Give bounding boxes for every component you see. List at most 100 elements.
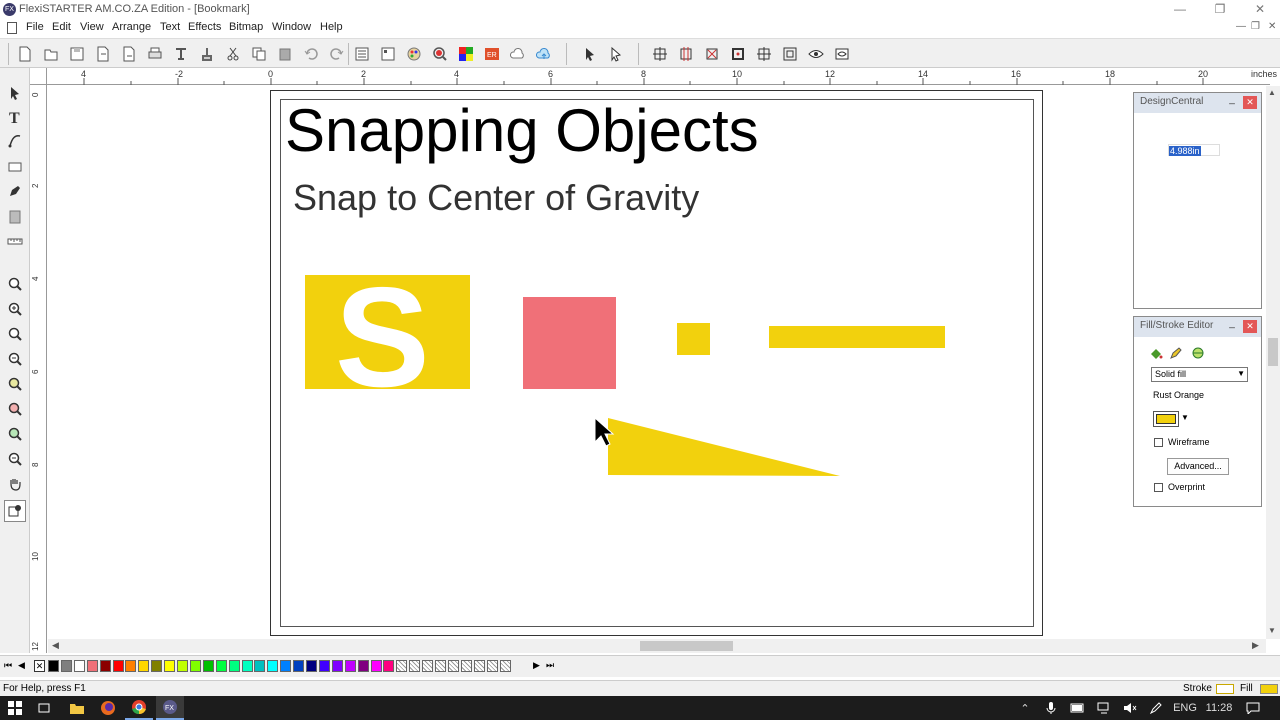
menu-window[interactable]: Window: [272, 21, 311, 33]
task-view-icon[interactable]: [32, 696, 56, 720]
advanced-button[interactable]: Advanced...: [1167, 458, 1229, 475]
menu-view[interactable]: View: [80, 21, 104, 33]
zoom-tool-icon[interactable]: [4, 273, 26, 295]
palette-pattern-swatch[interactable]: [409, 660, 421, 672]
mdi-close-button[interactable]: ✕: [1268, 21, 1276, 32]
palette-swatch[interactable]: [318, 660, 330, 672]
palette-pattern-swatch[interactable]: [473, 660, 485, 672]
new-file-icon[interactable]: [15, 44, 35, 64]
pen-ink-icon[interactable]: [1146, 696, 1166, 720]
palette-swatch[interactable]: [202, 660, 214, 672]
horizontal-ruler[interactable]: 4 -2 0 2 4 6 8 10 12 14 16 18 20 inches: [47, 68, 1277, 85]
object-properties-icon[interactable]: [352, 44, 372, 64]
snap-intersect-icon[interactable]: [754, 44, 774, 64]
palette-swatch[interactable]: [267, 660, 279, 672]
effect-icon[interactable]: [1190, 346, 1208, 362]
palette-swatch[interactable]: [331, 660, 343, 672]
color-picker-tool-icon[interactable]: [4, 500, 26, 522]
palette-first-icon[interactable]: ⏮: [4, 660, 12, 671]
show-hidden-icons-icon[interactable]: ⌃: [1016, 696, 1034, 720]
menu-arrange[interactable]: Arrange: [112, 21, 151, 33]
color-grid-icon[interactable]: [456, 44, 476, 64]
zoom-in-icon[interactable]: [4, 298, 26, 320]
palette-pattern-swatch[interactable]: [460, 660, 472, 672]
yellow-bar[interactable]: [769, 326, 945, 348]
palette-prev-icon[interactable]: ◀: [18, 660, 25, 671]
pen-tool-icon[interactable]: [4, 180, 26, 202]
palette-swatch[interactable]: [383, 660, 395, 672]
zoom-objects-icon[interactable]: [4, 373, 26, 395]
vertical-scrollbar[interactable]: ▲ ▼: [1266, 86, 1280, 639]
palette-swatch[interactable]: [357, 660, 369, 672]
palette-swatch[interactable]: [112, 660, 124, 672]
palette-swatch[interactable]: [125, 660, 137, 672]
export-icon[interactable]: [119, 44, 139, 64]
language-indicator[interactable]: ENG: [1172, 696, 1198, 720]
palette-pattern-swatch[interactable]: [486, 660, 498, 672]
fill-color-indicator[interactable]: [1260, 684, 1278, 694]
snap-grid-icon[interactable]: [650, 44, 670, 64]
select-arrow-icon[interactable]: [580, 44, 600, 64]
scroll-right-icon[interactable]: ▶: [1252, 640, 1259, 651]
measure-tool-icon[interactable]: [4, 230, 26, 252]
snap-guides-icon[interactable]: [676, 44, 696, 64]
cloud-icon[interactable]: [508, 44, 528, 64]
palette-swatch[interactable]: [228, 660, 240, 672]
pointer-tool-icon[interactable]: [4, 82, 26, 104]
palette-swatch[interactable]: [177, 660, 188, 672]
panel-minimize-button[interactable]: _: [1225, 319, 1239, 333]
view-outline-icon[interactable]: [832, 44, 852, 64]
snap-center-icon[interactable]: [728, 44, 748, 64]
palette-swatch[interactable]: [370, 660, 382, 672]
snap-points-icon[interactable]: [702, 44, 722, 64]
production-manager-icon[interactable]: [378, 44, 398, 64]
fill-bucket-icon[interactable]: [1148, 346, 1166, 362]
palette-swatch[interactable]: [280, 660, 292, 672]
scroll-left-icon[interactable]: ◀: [52, 640, 59, 651]
bezier-tool-icon[interactable]: [4, 130, 26, 152]
send-icon[interactable]: [197, 44, 217, 64]
small-yellow-square[interactable]: [677, 323, 710, 355]
no-color-swatch[interactable]: ✕: [34, 660, 45, 672]
yellow-triangle[interactable]: [608, 418, 840, 476]
fill-color-swatch[interactable]: [1153, 411, 1179, 427]
document-icon[interactable]: [7, 22, 17, 34]
palette-swatch[interactable]: [293, 660, 305, 672]
palette-swatch[interactable]: [306, 660, 317, 672]
close-button[interactable]: ✕: [1240, 0, 1280, 19]
open-file-icon[interactable]: [41, 44, 61, 64]
flexi-app-taskbar-icon[interactable]: FX: [156, 696, 184, 720]
palette-swatch[interactable]: [48, 660, 59, 672]
color-palette-icon[interactable]: [404, 44, 424, 64]
redo-icon[interactable]: [327, 44, 347, 64]
menu-edit[interactable]: Edit: [52, 21, 71, 33]
palette-pattern-swatch[interactable]: [499, 660, 511, 672]
menu-bitmap[interactable]: Bitmap: [229, 21, 263, 33]
chevron-down-icon[interactable]: ▼: [1181, 413, 1189, 422]
node-select-icon[interactable]: [606, 44, 626, 64]
palette-pattern-swatch[interactable]: [435, 660, 446, 672]
palette-next-icon[interactable]: ▶: [533, 660, 540, 671]
menu-effects[interactable]: Effects: [188, 21, 221, 33]
palette-pattern-swatch[interactable]: [396, 660, 408, 672]
firefox-icon[interactable]: [95, 696, 121, 720]
rectangle-tool-icon[interactable]: [4, 156, 26, 178]
battery-icon[interactable]: [1068, 696, 1088, 720]
palette-swatch[interactable]: [86, 660, 98, 672]
palette-swatch[interactable]: [254, 660, 266, 672]
chrome-icon[interactable]: [125, 696, 153, 720]
mdi-minimize-button[interactable]: —: [1236, 21, 1246, 32]
scroll-up-icon[interactable]: ▲: [1268, 88, 1276, 97]
zoom-selected-icon[interactable]: [4, 398, 26, 420]
palette-pattern-swatch[interactable]: [447, 660, 459, 672]
menu-file[interactable]: File: [26, 21, 44, 33]
menu-text[interactable]: Text: [160, 21, 180, 33]
panel-close-button[interactable]: ✕: [1243, 320, 1257, 333]
windows-start-icon[interactable]: [0, 696, 30, 720]
panel-close-button[interactable]: ✕: [1243, 96, 1257, 109]
palette-pattern-swatch[interactable]: [422, 660, 434, 672]
subheading-text[interactable]: Snap to Center of Gravity: [293, 177, 699, 219]
clock[interactable]: 11:28: [1202, 696, 1236, 720]
palette-swatch[interactable]: [151, 660, 163, 672]
import-icon[interactable]: [93, 44, 113, 64]
